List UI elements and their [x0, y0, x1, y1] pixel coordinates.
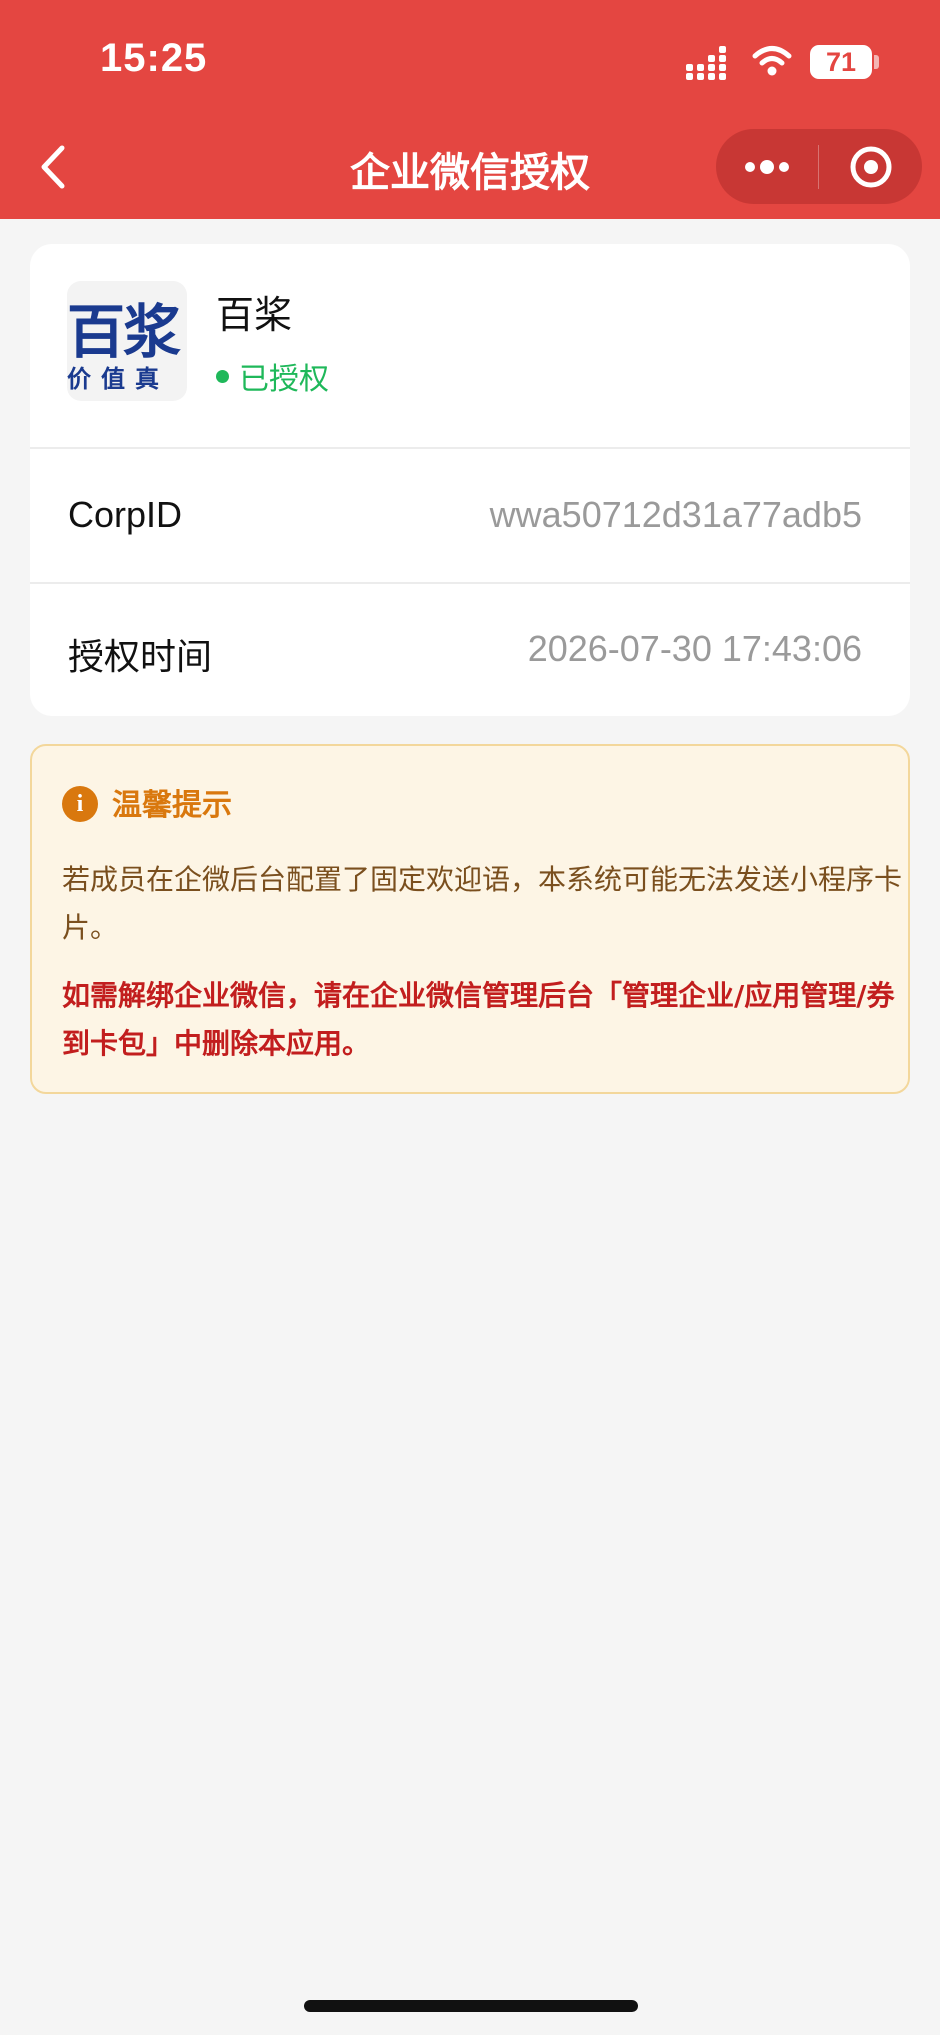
more-dots-icon	[745, 159, 789, 174]
auth-time-value: 2026-07-30 17:43:06	[527, 628, 862, 669]
app-header: 15:25 71 企业微信授权	[0, 0, 940, 219]
wifi-icon	[752, 46, 792, 76]
battery-indicator: 71	[810, 45, 872, 79]
auth-time-label: 授权时间	[68, 636, 213, 677]
tip-text: 若成员在企微后台配置了固定欢迎语，本系统可能无法发送小程序卡片。	[62, 863, 903, 944]
tip-warning: 如需解绑企业微信，请在企业微信管理后台「管理企业/应用管理/券到卡包」中删除本应…	[62, 979, 895, 1060]
status-text: 已授权	[239, 362, 329, 397]
organization-logo: 百浆 价值真	[67, 281, 187, 401]
organization-name: 百桨	[216, 293, 293, 337]
corpid-label: CorpID	[68, 494, 183, 535]
organization-row: 百浆 价值真 百桨 已授权	[30, 244, 910, 448]
home-indicator	[304, 2000, 638, 2012]
status-dot-icon	[216, 369, 229, 383]
tip-box: i 温馨提示 若成员在企微后台配置了固定欢迎语，本系统可能无法发送小程序卡片。 …	[30, 744, 910, 1094]
corpid-value: wwa50712d31a77adb5	[489, 494, 862, 535]
info-icon: i	[62, 786, 98, 822]
mini-program-capsule	[716, 129, 922, 204]
divider	[30, 582, 910, 584]
divider	[30, 447, 910, 449]
authorization-card: 百浆 价值真 百桨 已授权 CorpID wwa50712d31a77adb5 …	[30, 244, 910, 716]
target-close-icon	[850, 146, 891, 187]
status-time: 15:25	[100, 36, 208, 80]
logo-text: 百浆	[67, 298, 181, 366]
tip-title: 温馨提示	[112, 788, 232, 823]
more-button[interactable]	[716, 129, 818, 204]
cellular-signal-icon	[686, 46, 726, 80]
logo-tagline: 价值真	[67, 365, 169, 393]
battery-tip	[874, 55, 879, 69]
close-button[interactable]	[819, 129, 922, 204]
status-badge: 已授权	[216, 354, 329, 398]
